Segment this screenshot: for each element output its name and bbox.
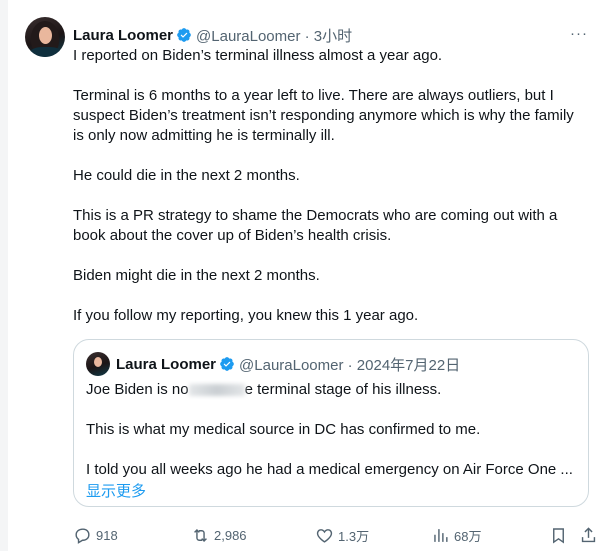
share-icon <box>581 526 596 542</box>
tweet-header: Laura Loomer @LauraLoomer · 3小时 <box>73 25 352 45</box>
like-count: 1.3万 <box>338 528 370 544</box>
verified-badge-icon <box>177 28 191 42</box>
views-count: 68万 <box>454 528 482 544</box>
tweet-paragraph: This is a PR strategy to shame the Democ… <box>73 207 558 244</box>
quoted-header: Laura Loomer @LauraLoomer · 2024年7月22日 <box>116 354 460 374</box>
quoted-tweet[interactable]: Laura Loomer @LauraLoomer · 2024年7月22日 J… <box>73 339 589 507</box>
quoted-line: Joe Biden is no e terminal stage of his i… <box>86 381 442 398</box>
views-button[interactable]: 68万 <box>431 524 481 546</box>
like-button[interactable]: 1.3万 <box>315 524 369 546</box>
repost-icon <box>194 528 207 542</box>
author-name[interactable]: Laura Loomer <box>73 27 173 44</box>
more-options-icon[interactable]: ··· <box>570 25 588 43</box>
blurred-region <box>188 384 245 397</box>
reply-count: 918 <box>96 527 118 543</box>
views-chart-icon <box>434 528 448 542</box>
tweet-paragraph: Terminal is 6 months to a year left to l… <box>73 87 574 144</box>
quoted-author-name: Laura Loomer <box>116 355 217 373</box>
share-button[interactable] <box>579 524 602 546</box>
tweet-paragraph: I reported on Biden’s terminal illness a… <box>73 47 443 64</box>
tweet: Laura Loomer @LauraLoomer · 3小时 ··· I re… <box>8 0 606 551</box>
bookmark-icon <box>553 527 564 544</box>
tweet-paragraph: Biden might die in the next 2 months. <box>73 267 320 284</box>
quoted-avatar <box>86 352 110 376</box>
tweet-paragraph: If you follow my reporting, you knew thi… <box>73 307 419 324</box>
show-more-link[interactable]: 显示更多 <box>86 480 146 501</box>
repost-count: 2,986 <box>214 527 247 543</box>
repost-button[interactable]: 2,986 <box>191 524 247 546</box>
avatar[interactable] <box>25 17 65 57</box>
tweet-text: I reported on Biden’s terminal illness a… <box>73 46 583 346</box>
quoted-text: Joe Biden is no e terminal stage of his i… <box>86 380 576 500</box>
quoted-handle-date: @LauraLoomer · 2024年7月22日 <box>239 356 461 374</box>
action-bar: 918 2,986 1.3万 68万 <box>73 524 598 546</box>
heart-icon <box>316 528 333 543</box>
verified-badge-icon <box>220 357 234 371</box>
bookmark-button[interactable] <box>549 524 572 546</box>
author-handle-time[interactable]: @LauraLoomer · 3小时 <box>196 25 352 46</box>
tweet-paragraph: He could die in the next 2 months. <box>73 167 300 184</box>
reply-button[interactable]: 918 <box>73 524 118 546</box>
reply-icon <box>75 527 90 544</box>
quoted-line: This is what my medical source in DC has… <box>86 421 481 438</box>
quoted-line: I told you all weeks ago he had a medica… <box>86 461 573 478</box>
left-gutter <box>0 0 8 551</box>
